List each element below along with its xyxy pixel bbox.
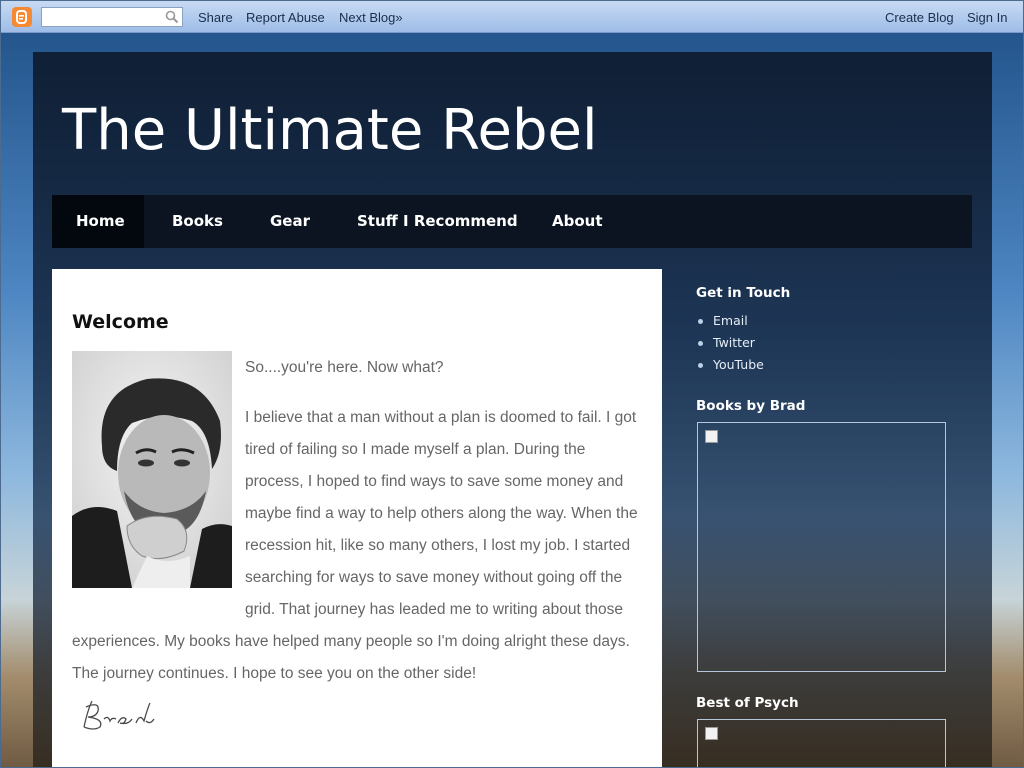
create-blog-link[interactable]: Create Blog xyxy=(885,10,954,25)
bullet-icon xyxy=(698,363,703,368)
bullet-icon xyxy=(698,319,703,324)
sidebar-heading-best-of-psych: Best of Psych xyxy=(696,695,799,711)
sidebar-link-email[interactable]: Email xyxy=(696,311,764,333)
sidebar-link-youtube[interactable]: YouTube xyxy=(696,355,764,377)
search-input[interactable] xyxy=(41,7,183,27)
tab-gear[interactable]: Gear xyxy=(246,195,334,248)
sidebar-link-twitter[interactable]: Twitter xyxy=(696,333,764,355)
broken-image-icon[interactable] xyxy=(705,430,718,443)
post-title: Welcome xyxy=(72,311,169,333)
photo-float-spacer xyxy=(72,352,245,601)
blogger-logo-icon[interactable] xyxy=(12,7,32,27)
sidebar-link-label[interactable]: Twitter xyxy=(713,335,755,350)
psych-widget-frame[interactable] xyxy=(697,719,946,768)
blogger-navbar: Share Report Abuse Next Blog» Create Blo… xyxy=(1,1,1023,33)
search-icon[interactable] xyxy=(165,10,179,24)
share-link[interactable]: Share xyxy=(198,10,233,25)
main-post: Welcome So....you're here. Now what? I b… xyxy=(52,269,662,768)
tab-books[interactable]: Books xyxy=(148,195,247,248)
books-widget-frame[interactable] xyxy=(697,422,946,672)
report-abuse-link[interactable]: Report Abuse xyxy=(246,10,325,25)
tab-stuff-i-recommend[interactable]: Stuff I Recommend xyxy=(333,195,542,248)
page-tabs: Home Books Gear Stuff I Recommend About xyxy=(52,195,972,248)
broken-image-icon[interactable] xyxy=(705,727,718,740)
sidebar-link-label[interactable]: Email xyxy=(713,313,748,328)
sidebar-link-label[interactable]: YouTube xyxy=(713,357,764,372)
contact-links-list: Email Twitter YouTube xyxy=(696,311,764,377)
sidebar-heading-books-by-brad: Books by Brad xyxy=(696,398,806,414)
next-blog-link[interactable]: Next Blog» xyxy=(339,10,403,25)
tab-about[interactable]: About xyxy=(528,195,627,248)
bullet-icon xyxy=(698,341,703,346)
sign-in-link[interactable]: Sign In xyxy=(967,10,1007,25)
sidebar-heading-get-in-touch: Get in Touch xyxy=(696,285,791,301)
author-signature xyxy=(83,700,155,730)
post-body: So....you're here. Now what? I believe t… xyxy=(72,352,642,690)
tab-home[interactable]: Home xyxy=(52,195,144,248)
blog-title[interactable]: The Ultimate Rebel xyxy=(62,98,598,163)
